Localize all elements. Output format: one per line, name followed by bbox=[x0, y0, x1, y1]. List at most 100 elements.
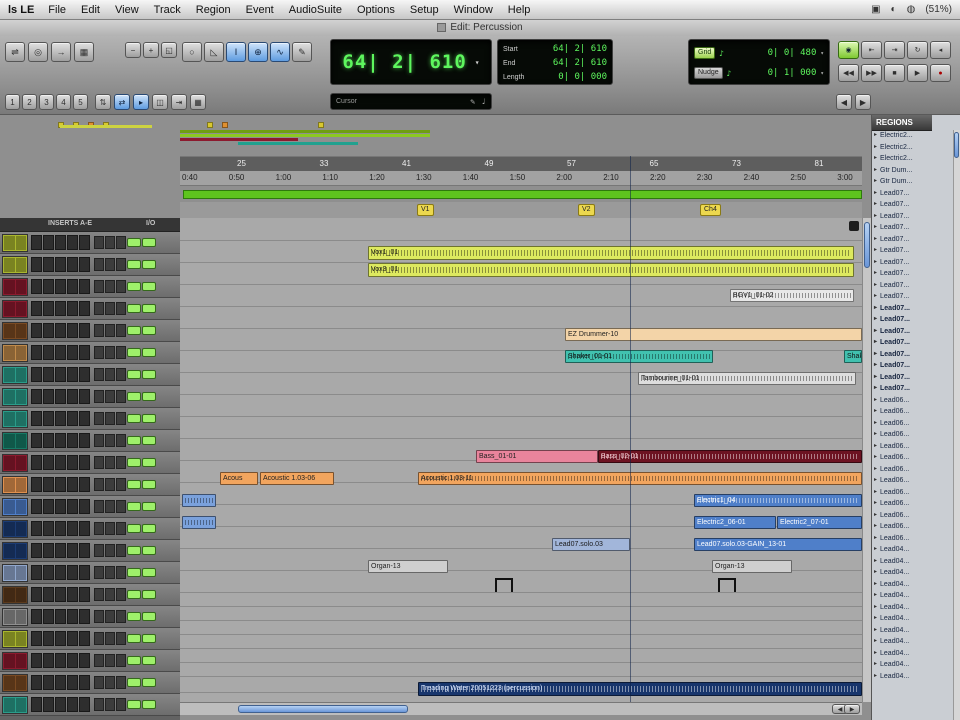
audio-region[interactable]: Bass_02-01 bbox=[598, 450, 862, 463]
io-button[interactable] bbox=[94, 632, 104, 645]
insert-slot[interactable] bbox=[55, 521, 66, 536]
audio-region[interactable]: Tambourine_01-01 bbox=[638, 372, 856, 385]
io-button[interactable] bbox=[116, 632, 126, 645]
io-button[interactable] bbox=[116, 302, 126, 315]
regions-scroll-thumb[interactable] bbox=[954, 132, 959, 158]
memory-marker-V1[interactable]: V1 bbox=[417, 204, 434, 216]
nav-forward-button[interactable]: ▶ bbox=[855, 94, 871, 110]
disclosure-triangle-icon[interactable]: ▸ bbox=[874, 429, 877, 440]
track-color-swatch[interactable] bbox=[2, 519, 28, 538]
io-button[interactable] bbox=[94, 412, 104, 425]
io-button[interactable] bbox=[116, 390, 126, 403]
region-list-item[interactable]: ▸ Lead06... bbox=[872, 487, 953, 499]
io-button[interactable] bbox=[116, 500, 126, 513]
insert-slot[interactable] bbox=[43, 389, 54, 404]
volume-indicator[interactable] bbox=[127, 370, 141, 379]
region-list-item[interactable]: ▸ Lead06... bbox=[872, 452, 953, 464]
zoom-preset-3[interactable]: 3 bbox=[39, 94, 54, 110]
scrubber-tool-button[interactable]: ∿ bbox=[270, 42, 290, 62]
track-color-swatch[interactable] bbox=[2, 607, 28, 626]
volume-indicator[interactable] bbox=[127, 326, 141, 335]
audio-region[interactable]: Vox3_01 bbox=[368, 263, 854, 277]
region-list-item[interactable]: ▸ Lead07... bbox=[872, 291, 953, 303]
insert-slot[interactable] bbox=[55, 279, 66, 294]
shuffle-mode-button[interactable]: ⇌ bbox=[5, 42, 25, 62]
track-color-swatch[interactable] bbox=[2, 673, 28, 692]
link-track-edit-button[interactable]: ⇄ bbox=[114, 94, 130, 110]
disclosure-triangle-icon[interactable]: ▸ bbox=[874, 199, 877, 210]
io-button[interactable] bbox=[105, 324, 115, 337]
audio-region[interactable]: Lead07.solo.03 bbox=[552, 538, 630, 551]
region-list-item[interactable]: ▸ Lead04... bbox=[872, 590, 953, 602]
track-color-swatch[interactable] bbox=[2, 255, 28, 274]
io-button[interactable] bbox=[94, 434, 104, 447]
insert-slot[interactable] bbox=[31, 521, 42, 536]
counter-dropdown-icon[interactable]: ▾ bbox=[475, 58, 480, 67]
track-color-swatch[interactable] bbox=[2, 365, 28, 384]
zoom-preset-2[interactable]: 2 bbox=[22, 94, 37, 110]
pan-indicator[interactable] bbox=[142, 524, 156, 533]
insert-slot[interactable] bbox=[43, 499, 54, 514]
insert-slot[interactable] bbox=[67, 235, 78, 250]
insert-slot[interactable] bbox=[31, 389, 42, 404]
insert-slot[interactable] bbox=[43, 455, 54, 470]
disclosure-triangle-icon[interactable]: ▸ bbox=[874, 579, 877, 590]
insert-slot[interactable] bbox=[43, 477, 54, 492]
pan-indicator[interactable] bbox=[142, 238, 156, 247]
track-color-swatch[interactable] bbox=[2, 585, 28, 604]
insert-slot[interactable] bbox=[31, 477, 42, 492]
volume-indicator[interactable] bbox=[127, 502, 141, 511]
audio-region[interactable] bbox=[182, 494, 216, 507]
insert-slot[interactable] bbox=[67, 433, 78, 448]
memory-marker-V2[interactable]: V2 bbox=[578, 204, 595, 216]
disclosure-triangle-icon[interactable]: ▸ bbox=[874, 521, 877, 532]
io-button[interactable] bbox=[94, 676, 104, 689]
zoom-toggle-button[interactable]: ◱ bbox=[161, 42, 177, 58]
pan-indicator[interactable] bbox=[142, 590, 156, 599]
audio-region[interactable] bbox=[182, 516, 216, 529]
insert-slot[interactable] bbox=[43, 411, 54, 426]
region-list-item[interactable]: ▸ Lead07... bbox=[872, 245, 953, 257]
region-list-item[interactable]: ▸ Gtr Dum... bbox=[872, 165, 953, 177]
pan-indicator[interactable] bbox=[142, 436, 156, 445]
io-button[interactable] bbox=[94, 566, 104, 579]
menu-file[interactable]: File bbox=[48, 4, 66, 16]
io-button[interactable] bbox=[94, 478, 104, 491]
insert-slot[interactable] bbox=[55, 433, 66, 448]
pan-indicator[interactable] bbox=[142, 304, 156, 313]
io-button[interactable] bbox=[116, 610, 126, 623]
display-icon[interactable]: ▣ bbox=[871, 4, 880, 15]
window-title-bar[interactable]: Edit: Percussion bbox=[0, 20, 960, 37]
insert-slot[interactable] bbox=[55, 631, 66, 646]
io-button[interactable] bbox=[116, 434, 126, 447]
fast-forward-button[interactable]: ▶▶ bbox=[861, 64, 882, 82]
disclosure-triangle-icon[interactable]: ▸ bbox=[874, 257, 877, 268]
track-color-swatch[interactable] bbox=[2, 651, 28, 670]
tempo-ruler[interactable] bbox=[183, 190, 862, 199]
go-to-end-button[interactable]: ⇥ bbox=[884, 41, 905, 59]
insert-slot[interactable] bbox=[67, 301, 78, 316]
insert-slot[interactable] bbox=[55, 653, 66, 668]
regions-panel-title[interactable]: REGIONS bbox=[872, 115, 932, 131]
horizontal-scrollbar[interactable]: ◀ ▶ bbox=[180, 702, 862, 715]
insert-slot[interactable] bbox=[79, 543, 90, 558]
io-button[interactable] bbox=[116, 258, 126, 271]
zoom-preset-1[interactable]: 1 bbox=[5, 94, 20, 110]
disclosure-triangle-icon[interactable]: ▸ bbox=[874, 188, 877, 199]
insert-slot[interactable] bbox=[43, 279, 54, 294]
insert-slot[interactable] bbox=[67, 609, 78, 624]
disclosure-triangle-icon[interactable]: ▸ bbox=[874, 337, 877, 348]
midi-note-group[interactable] bbox=[716, 576, 738, 594]
insert-slot[interactable] bbox=[55, 565, 66, 580]
insert-slot[interactable] bbox=[43, 521, 54, 536]
insert-slot[interactable] bbox=[31, 411, 42, 426]
volume-indicator[interactable] bbox=[127, 392, 141, 401]
insert-slot[interactable] bbox=[79, 411, 90, 426]
io-button[interactable] bbox=[116, 280, 126, 293]
region-list-item[interactable]: ▸ Electric2... bbox=[872, 142, 953, 154]
insert-slot[interactable] bbox=[55, 411, 66, 426]
pan-indicator[interactable] bbox=[142, 458, 156, 467]
audio-region[interactable]: Organ-13 bbox=[368, 560, 448, 573]
insert-slot[interactable] bbox=[55, 367, 66, 382]
insert-slot[interactable] bbox=[55, 235, 66, 250]
